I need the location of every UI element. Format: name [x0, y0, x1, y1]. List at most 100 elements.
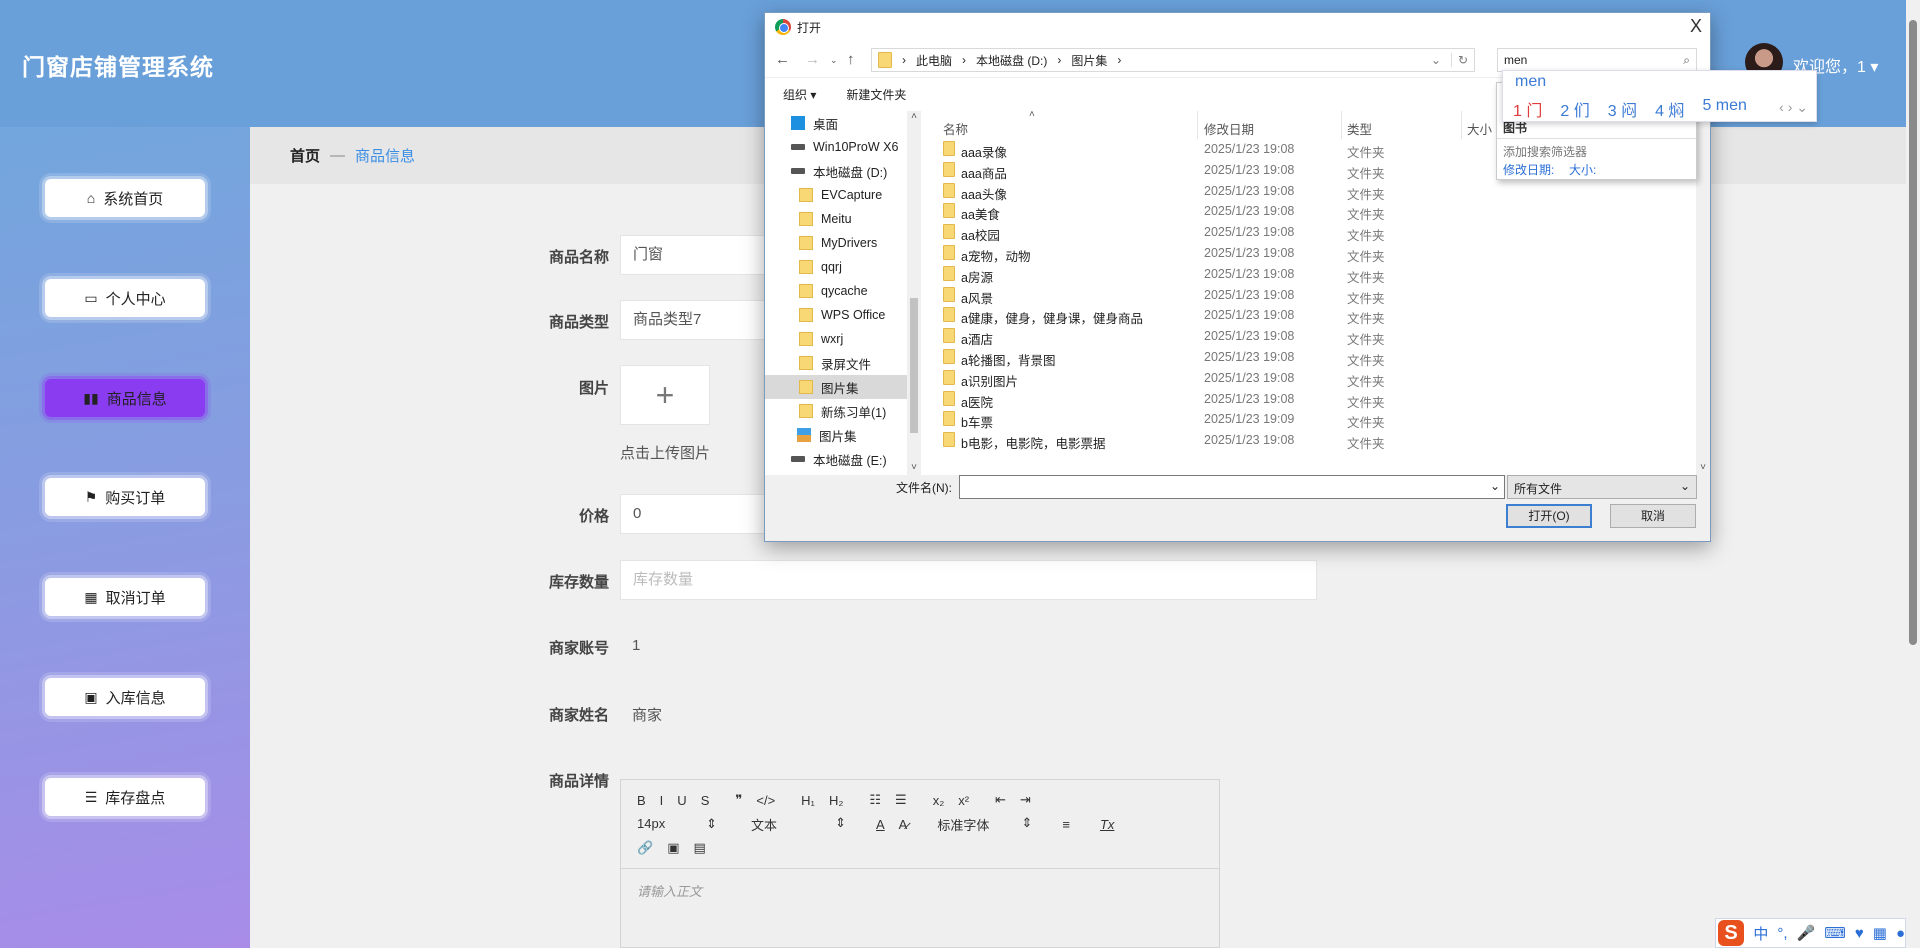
- open-button[interactable]: 打开(O): [1506, 504, 1592, 528]
- nav-item[interactable]: wxrj: [765, 327, 907, 351]
- file-row[interactable]: a酒店 2025/1/23 19:08 文件夹: [921, 326, 1696, 347]
- list-scrollbar[interactable]: ˅: [1696, 111, 1710, 475]
- sidebar-item[interactable]: ☰ 库存盘点: [45, 778, 205, 816]
- scroll-down-icon[interactable]: ˅: [907, 462, 921, 473]
- font-color-icon[interactable]: A: [876, 817, 885, 832]
- nav-item[interactable]: 录屏文件: [765, 351, 907, 375]
- nav-scrollbar-thumb[interactable]: [910, 298, 918, 433]
- scroll-up-icon[interactable]: ˄: [907, 111, 921, 122]
- toolbar-button-icon[interactable]: H₂: [829, 793, 843, 808]
- file-row[interactable]: a医院 2025/1/23 19:08 文件夹: [921, 389, 1696, 410]
- sidebar-item[interactable]: ▣ 入库信息: [45, 678, 205, 716]
- align-icon[interactable]: ≡: [1062, 817, 1070, 832]
- nav-item[interactable]: MyDrivers: [765, 231, 907, 255]
- toolbar-button-icon[interactable]: ☰: [895, 792, 907, 808]
- file-row[interactable]: a轮播图，背景图 2025/1/23 19:08 文件夹: [921, 347, 1696, 368]
- file-row[interactable]: b车票 2025/1/23 19:09 文件夹: [921, 409, 1696, 430]
- upload-button[interactable]: +: [620, 365, 710, 425]
- refresh-icon[interactable]: ↻: [1450, 53, 1474, 67]
- filter-date-link[interactable]: 修改日期:: [1503, 161, 1554, 178]
- page-scrollbar-thumb[interactable]: [1909, 20, 1917, 645]
- chevron-down-icon[interactable]: ⌄: [1490, 479, 1500, 493]
- toolbar-button-icon[interactable]: x₂: [933, 793, 945, 808]
- file-row[interactable]: a识别图片 2025/1/23 19:08 文件夹: [921, 368, 1696, 389]
- file-row[interactable]: aaa头像 2025/1/23 19:08 文件夹: [921, 181, 1696, 202]
- mascot-icon[interactable]: ●: [1896, 925, 1905, 942]
- nav-item[interactable]: 桌面: [765, 111, 907, 135]
- column-date[interactable]: 修改日期: [1204, 119, 1254, 138]
- toolbar-button-icon[interactable]: x²: [958, 793, 969, 808]
- ime-candidate[interactable]: 2 们: [1560, 97, 1589, 121]
- nav-item[interactable]: 本地磁盘 (E:): [765, 447, 907, 471]
- file-row[interactable]: a宠物，动物 2025/1/23 19:08 文件夹: [921, 243, 1696, 264]
- toolbar-button-icon[interactable]: ❞: [735, 792, 742, 808]
- sidebar-item[interactable]: ⌂ 系统首页: [45, 179, 205, 217]
- sidebar-item[interactable]: ▭ 个人中心: [45, 279, 205, 317]
- ime-candidate[interactable]: 1 门: [1513, 97, 1542, 121]
- microphone-icon[interactable]: 🎤: [1797, 924, 1816, 942]
- toolbox-icon[interactable]: ▦: [1873, 924, 1887, 942]
- toolbar-button-icon[interactable]: B: [637, 793, 646, 808]
- skin-icon[interactable]: ♥: [1855, 925, 1864, 942]
- font-family-select[interactable]: 标准字体 ⇕: [937, 815, 1032, 834]
- file-row[interactable]: b电影，电影院，电影票据 2025/1/23 19:08 文件夹: [921, 430, 1696, 451]
- nav-item[interactable]: EVCapture: [765, 183, 907, 207]
- punctuation-icon[interactable]: °,: [1777, 925, 1787, 942]
- image-icon[interactable]: ▣: [667, 840, 679, 856]
- path-segment[interactable]: 此电脑: [916, 52, 952, 69]
- recent-chevron-icon[interactable]: ⌄: [830, 55, 838, 66]
- address-bar[interactable]: › 此电脑 › 本地磁盘 (D:) › 图片集 › ⌄ ↻: [871, 48, 1475, 72]
- dropdown-chevron-icon[interactable]: ⌄: [1431, 53, 1441, 67]
- toolbar-button-icon[interactable]: ⇤: [995, 792, 1006, 808]
- ime-candidate[interactable]: 5 men: [1702, 97, 1746, 121]
- column-size[interactable]: 大小: [1467, 119, 1492, 138]
- chinese-mode-icon[interactable]: 中: [1753, 923, 1768, 944]
- font-size-select[interactable]: 14px ⇕: [637, 816, 717, 832]
- nav-item[interactable]: 图片集: [765, 423, 907, 447]
- sogou-logo-icon[interactable]: S: [1718, 920, 1744, 946]
- header-select[interactable]: 文本 ⇕: [751, 815, 846, 834]
- ime-page-nav[interactable]: ‹ › ⌄: [1779, 99, 1808, 116]
- video-icon[interactable]: ▤: [693, 840, 705, 856]
- ime-candidate[interactable]: 3 闷: [1608, 97, 1637, 121]
- sidebar-item[interactable]: ▦ 取消订单: [45, 578, 205, 616]
- nav-item[interactable]: 图片集: [765, 375, 907, 399]
- toolbar-button-icon[interactable]: U: [677, 793, 686, 808]
- toolbar-button-icon[interactable]: </>: [756, 793, 775, 808]
- file-row[interactable]: a健康，健身，健身课，健身商品 2025/1/23 19:08 文件夹: [921, 305, 1696, 326]
- path-segment[interactable]: 本地磁盘 (D:): [976, 52, 1047, 69]
- path-segment[interactable]: 图片集: [1071, 52, 1107, 69]
- toolbar-button-icon[interactable]: ⇥: [1020, 792, 1031, 808]
- nav-item[interactable]: Win10ProW X6: [765, 135, 907, 159]
- sidebar-item[interactable]: ▮▮ 商品信息: [45, 379, 205, 417]
- forward-arrow-icon[interactable]: →: [805, 51, 820, 68]
- breadcrumb-home[interactable]: 首页: [290, 145, 320, 166]
- file-row[interactable]: a房源 2025/1/23 19:08 文件夹: [921, 264, 1696, 285]
- nav-item[interactable]: qqrj: [765, 255, 907, 279]
- link-icon[interactable]: 🔗: [637, 840, 653, 856]
- toolbar-button-icon[interactable]: H₁: [801, 793, 815, 808]
- close-button[interactable]: X: [1690, 16, 1702, 37]
- new-folder-button[interactable]: 新建文件夹: [846, 86, 906, 103]
- cancel-button[interactable]: 取消: [1610, 504, 1696, 528]
- nav-item[interactable]: Meitu: [765, 207, 907, 231]
- column-type[interactable]: 类型: [1347, 119, 1372, 138]
- nav-item[interactable]: qycache: [765, 279, 907, 303]
- toolbar-button-icon[interactable]: ☷: [869, 792, 881, 808]
- organize-button[interactable]: 组织 ▾: [783, 86, 816, 103]
- file-type-select[interactable]: 所有文件 ⌄: [1507, 475, 1697, 499]
- nav-item[interactable]: 新练习单(1): [765, 399, 907, 423]
- filter-size-link[interactable]: 大小:: [1569, 161, 1596, 178]
- clear-format-icon[interactable]: Tx: [1100, 817, 1114, 832]
- back-arrow-icon[interactable]: ←: [775, 51, 790, 68]
- column-name[interactable]: 名称: [943, 119, 968, 138]
- nav-item[interactable]: WPS Office: [765, 303, 907, 327]
- stock-input[interactable]: 库存数量: [620, 560, 1317, 600]
- file-row[interactable]: a风景 2025/1/23 19:08 文件夹: [921, 285, 1696, 306]
- filename-input[interactable]: ⌄: [959, 475, 1505, 499]
- ime-candidate[interactable]: 4 焖: [1655, 97, 1684, 121]
- file-row[interactable]: aa美食 2025/1/23 19:08 文件夹: [921, 201, 1696, 222]
- keyboard-icon[interactable]: ⌨: [1824, 924, 1846, 942]
- toolbar-button-icon[interactable]: S: [701, 793, 710, 808]
- toolbar-button-icon[interactable]: I: [660, 793, 664, 808]
